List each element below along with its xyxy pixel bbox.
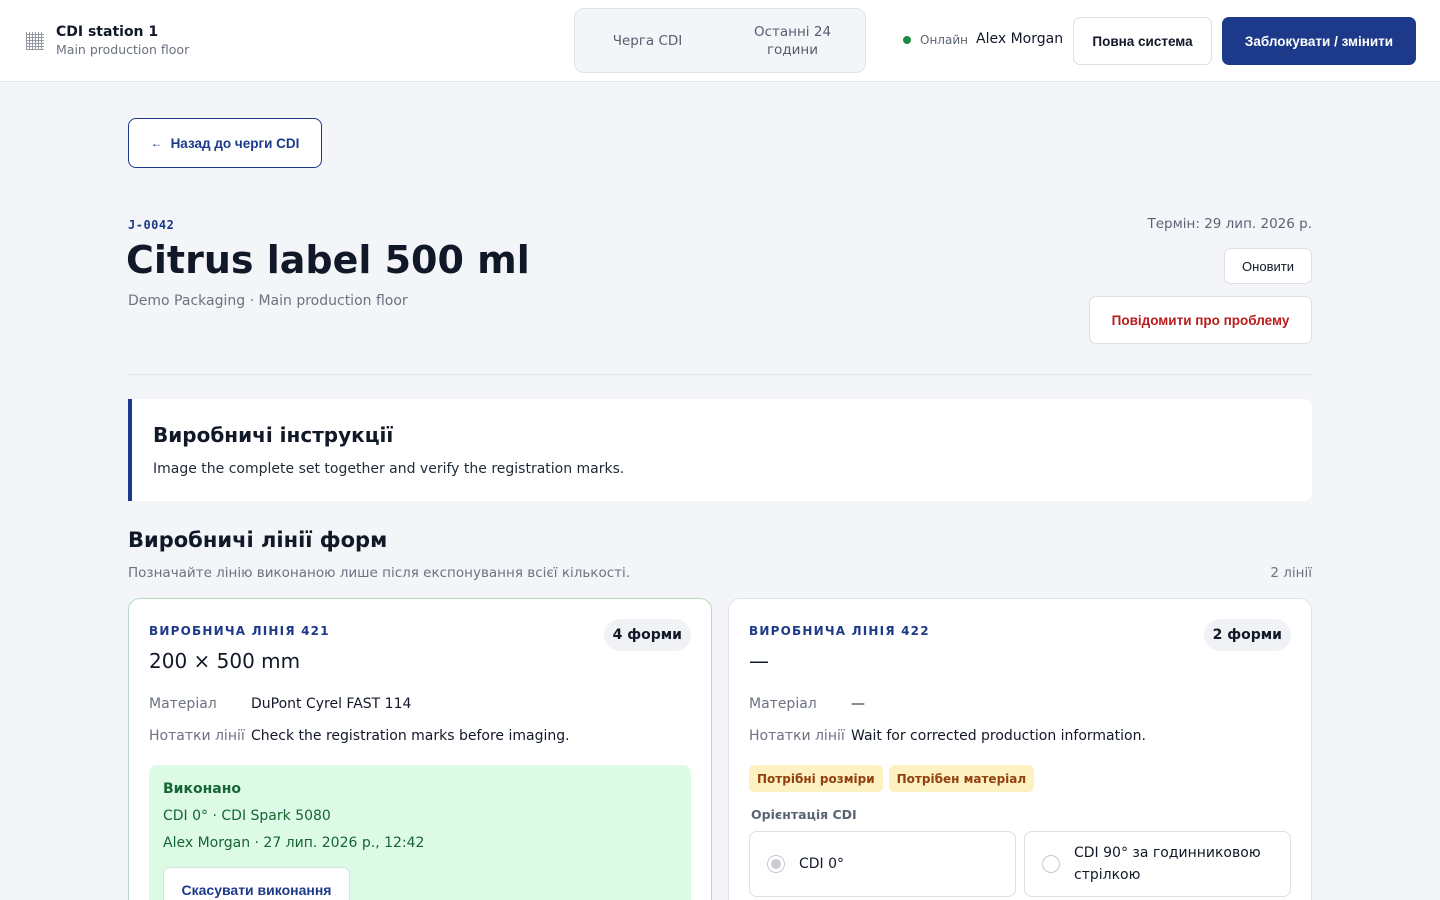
production-instructions-panel: Виробничі інструкції Image the complete … [128,399,1312,501]
job-subtitle: Demo Packaging · Main production floor [128,293,408,309]
completed-panel: Виконано CDI 0° · CDI Spark 5080 Alex Mo… [149,765,691,900]
line-size: — [749,649,769,673]
orientation-option-0[interactable]: CDI 0° [749,831,1016,897]
user-name: Alex Morgan [976,31,1064,47]
orientation-option-90-cw[interactable]: CDI 90° за годинниковою стрілкою [1024,831,1291,897]
completed-detail: CDI 0° · CDI Spark 5080 [163,808,331,824]
radio-unselected-icon[interactable] [1042,855,1060,873]
forms-count-badge: 4 форми [603,619,691,651]
completed-by: Alex Morgan · 27 лип. 2026 р., 12:42 [163,835,425,851]
notes-row: Нотатки лінії Wait for corrected product… [749,728,1146,744]
line-label: ВИРОБНИЧА ЛІНІЯ 422 [749,624,930,638]
full-system-button[interactable]: Повна система [1073,17,1212,65]
orientation-option-label: CDI 0° [799,856,845,872]
back-to-queue-button[interactable]: ← Назад до черги CDI [128,118,322,168]
material-row: Матеріал DuPont Cyrel FAST 114 [149,696,411,712]
station-location: Main production floor [56,42,190,57]
orientation-option-label: CDI 90° за годинниковою стрілкою [1074,845,1261,883]
radio-selected-icon[interactable] [767,855,785,873]
back-button-label: Назад до черги CDI [170,135,300,151]
connection-status: Онлайн [903,33,968,47]
line-card-422: ВИРОБНИЧА ЛІНІЯ 422 2 форми — Матеріал —… [728,598,1312,900]
tab-last-24-hours[interactable]: Останні 24 години [720,23,865,59]
tag-dimensions-required: Потрібні розміри [749,765,883,792]
due-date: Термін: 29 лип. 2026 р. [1147,216,1312,232]
warning-tags: Потрібні розміри Потрібен матеріал [749,765,1035,792]
notes-value: Wait for corrected production informatio… [851,728,1146,744]
line-size: 200 × 500 mm [149,649,301,673]
job-id: J-0042 [128,218,175,232]
status-label: Онлайн [920,33,968,47]
cancel-completion-button[interactable]: Скасувати виконання [163,867,350,900]
top-bar: CDI station 1 Main production floor Черг… [0,0,1440,82]
instructions-title: Виробничі інструкції [153,423,394,447]
station-grid-icon [26,32,44,50]
instructions-text: Image the complete set together and veri… [153,461,625,477]
notes-key: Нотатки лінії [149,728,245,744]
lines-section-title: Виробничі лінії форм [128,528,388,552]
job-title: Citrus label 500 ml [126,238,530,282]
view-switcher: Черга CDI Останні 24 години [574,8,866,73]
line-card-421: ВИРОБНИЧА ЛІНІЯ 421 4 форми 200 × 500 mm… [128,598,712,900]
refresh-button[interactable]: Оновити [1224,248,1312,284]
completed-title: Виконано [163,781,242,797]
tab-cdi-queue[interactable]: Черга CDI [575,32,720,50]
lock-switch-button[interactable]: Заблокувати / змінити [1222,17,1416,65]
notes-key: Нотатки лінії [749,728,845,744]
station-name: CDI station 1 [56,24,159,40]
report-problem-button[interactable]: Повідомити про проблему [1089,296,1312,344]
station-info: CDI station 1 Main production floor [26,24,189,58]
notes-row: Нотатки лінії Check the registration mar… [149,728,570,744]
orientation-label: Орієнтація CDI [751,807,857,822]
line-label: ВИРОБНИЧА ЛІНІЯ 421 [149,624,330,638]
material-key: Матеріал [749,696,817,712]
arrow-left-icon: ← [150,136,163,150]
lines-section-subtitle: Позначайте лінію виконаною лише після ек… [128,565,631,581]
notes-value: Check the registration marks before imag… [251,728,570,744]
lines-count: 2 лінії [1270,565,1312,581]
divider [128,374,1312,375]
material-value: DuPont Cyrel FAST 114 [251,696,412,712]
material-row: Матеріал — [749,696,865,712]
material-value: — [851,696,865,712]
material-key: Матеріал [149,696,217,712]
forms-count-badge: 2 форми [1203,619,1291,651]
status-dot-icon [903,36,911,44]
tag-material-required: Потрібен матеріал [888,765,1035,792]
